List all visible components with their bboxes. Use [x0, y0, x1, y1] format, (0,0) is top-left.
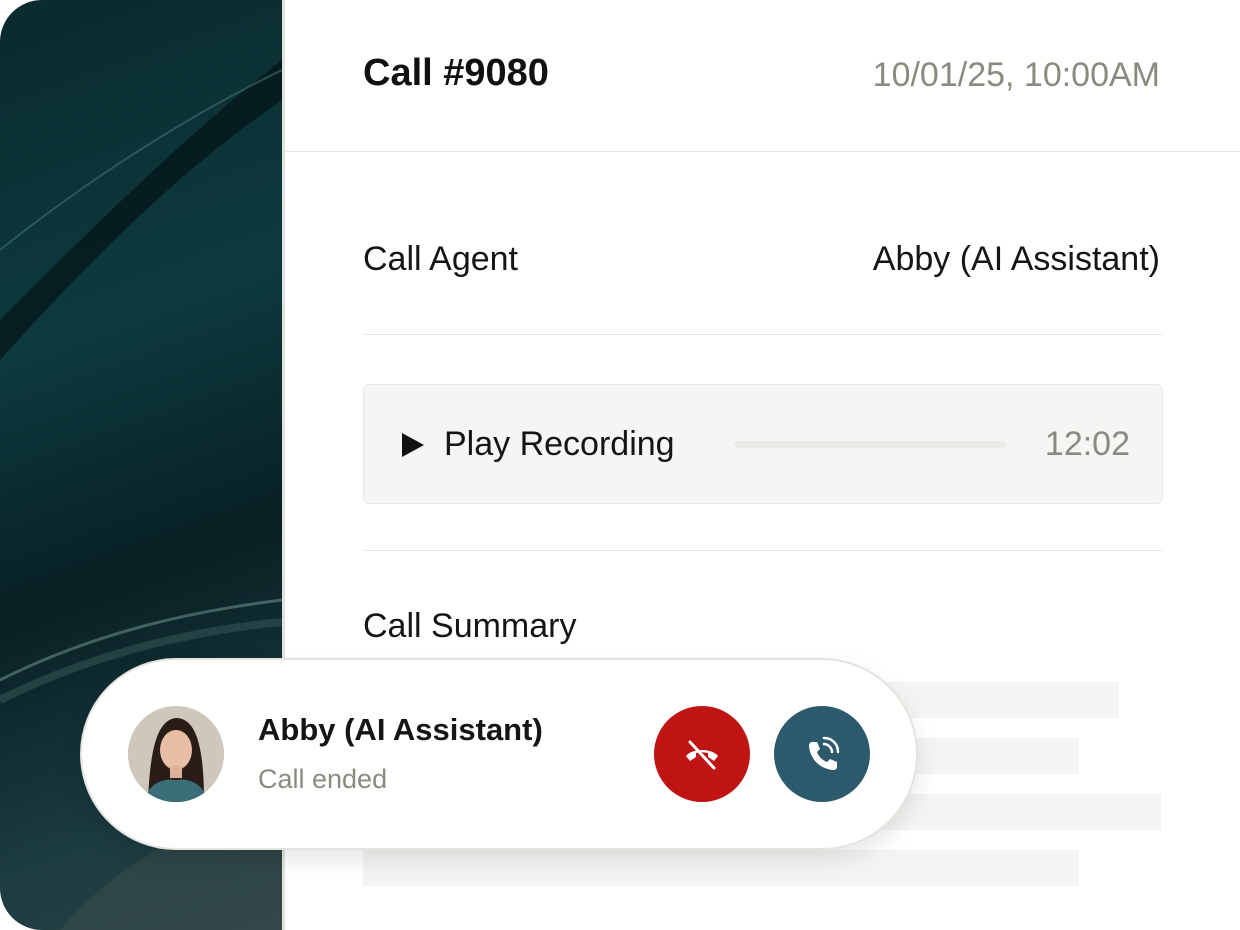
play-icon[interactable] — [402, 433, 424, 457]
recording-progress-bar[interactable] — [734, 441, 1006, 448]
call-summary-title: Call Summary — [363, 607, 577, 645]
hang-up-button[interactable] — [654, 706, 750, 802]
call-status: Call ended — [258, 764, 388, 794]
play-recording-button[interactable]: Play Recording — [444, 425, 675, 464]
phone-off-icon — [686, 740, 718, 770]
card-header: Call #9080 10/01/25, 10:00AM — [285, 0, 1240, 152]
phone-ringing-icon — [809, 736, 840, 770]
divider — [363, 334, 1163, 335]
divider — [363, 550, 1163, 551]
call-agent-label: Call Agent — [363, 240, 518, 278]
caller-name: Abby (AI Assistant) — [258, 712, 543, 747]
avatar — [128, 706, 224, 802]
recording-player[interactable]: Play Recording 12:02 — [363, 384, 1163, 504]
caller-card: Abby (AI Assistant) Call ended — [80, 658, 918, 850]
call-back-button[interactable] — [774, 706, 870, 802]
call-title: Call #9080 — [363, 52, 549, 94]
summary-placeholder-line — [363, 850, 1079, 886]
call-agent-value: Abby (AI Assistant) — [872, 240, 1160, 278]
app-window: Call #9080 10/01/25, 10:00AM Call Agent … — [0, 0, 1240, 930]
recording-duration: 12:02 — [1044, 425, 1130, 463]
call-datetime: 10/01/25, 10:00AM — [872, 56, 1160, 94]
